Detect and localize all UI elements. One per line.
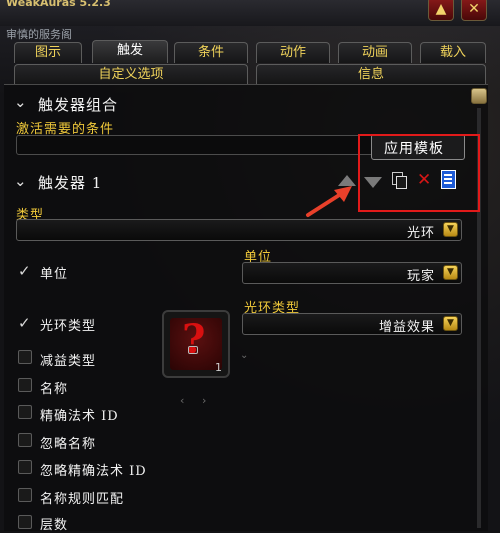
checkbox[interactable]	[18, 488, 32, 502]
unit-check-label: 单位	[40, 267, 69, 282]
dropdown-arrow-icon[interactable]: ▼	[443, 265, 458, 280]
unit-checkbox[interactable]: ✓	[18, 261, 31, 280]
spell-icon-frame[interactable]: ? 1	[162, 310, 230, 378]
type-dropdown[interactable]: 光环 ▼	[16, 219, 462, 241]
tab-label: 动画	[361, 45, 388, 60]
aura-type-dropdown[interactable]: 增益效果 ▼	[242, 313, 462, 335]
trigger-combo-title: 触发器组合	[38, 96, 119, 114]
checkbox[interactable]	[18, 350, 32, 364]
tab-animations[interactable]: 动画	[338, 42, 412, 63]
checkbox[interactable]	[18, 515, 32, 529]
aura-type-value: 增益效果	[378, 320, 435, 335]
dropdown-arrow-icon[interactable]: ▼	[443, 316, 458, 331]
tab-label: 载入	[439, 45, 466, 60]
unit-dropdown[interactable]: 玩家 ▼	[242, 262, 462, 284]
tab-display[interactable]: 图示	[14, 42, 82, 63]
trigger-combo-header[interactable]: ⌄	[14, 92, 27, 111]
checkbox[interactable]	[18, 405, 32, 419]
tab-load[interactable]: 载入	[420, 42, 486, 63]
scroll-up-button[interactable]	[471, 88, 487, 104]
chevron-down-icon: ⌄	[14, 172, 27, 190]
option-label-ignore-exact-spell-id: 忽略精确法术 ID	[40, 464, 147, 479]
close-button[interactable]: ✕	[461, 0, 487, 21]
chevron-down-icon: ⌄	[14, 93, 27, 111]
dropdown-arrow-icon[interactable]: ▼	[443, 222, 458, 237]
tab-custom-options[interactable]: 自定义选项	[14, 64, 248, 84]
option-label-stacks: 层数	[40, 518, 69, 533]
lock-icon	[188, 346, 198, 354]
highlight-box	[358, 134, 480, 212]
tab-label: 自定义选项	[98, 67, 164, 82]
trigger1-title: 触发器 1	[38, 174, 103, 192]
option-label-exact-spell-id: 精确法术 ID	[40, 409, 119, 424]
aura-type-checkbox[interactable]: ✓	[18, 313, 31, 332]
minimize-icon: ▲	[435, 1, 447, 17]
checkbox[interactable]	[18, 460, 32, 474]
type-value: 光环	[406, 226, 435, 241]
checkmark-icon: ✓	[18, 262, 31, 280]
option-label-name: 名称	[40, 382, 69, 397]
trigger1-header[interactable]: ⌄	[14, 171, 27, 190]
tab-label: 动作	[279, 45, 306, 60]
unit-value: 玩家	[406, 269, 435, 284]
next-icon[interactable]: ›	[202, 394, 206, 407]
tab-actions[interactable]: 动作	[256, 42, 330, 63]
prev-icon[interactable]: ‹	[180, 394, 184, 407]
checkbox[interactable]	[18, 378, 32, 392]
option-label-ignore-name: 忽略名称	[40, 437, 97, 452]
window-subtitle: 审慎的服务阁	[6, 28, 72, 41]
annotation-arrow-icon	[306, 186, 352, 217]
aura-type-check-label: 光环类型	[40, 319, 97, 334]
option-label-debuff-type: 减益类型	[40, 354, 97, 369]
checkmark-icon: ✓	[18, 314, 31, 332]
expand-icon[interactable]: ⌄	[240, 350, 248, 361]
tab-conditions[interactable]: 条件	[174, 42, 248, 63]
tab-label: 触发	[116, 43, 143, 58]
icon-count: 1	[215, 361, 222, 374]
tab-label: 信息	[357, 67, 384, 82]
close-icon: ✕	[468, 1, 480, 17]
window-title: WeakAuras 5.2.3	[6, 0, 111, 9]
tab-label: 条件	[197, 45, 224, 60]
checkbox[interactable]	[18, 433, 32, 447]
tab-label: 图示	[34, 45, 61, 60]
title-bar[interactable]: WeakAuras 5.2.3	[0, 0, 500, 26]
tab-information[interactable]: 信息	[256, 64, 486, 84]
minimize-button[interactable]: ▲	[428, 0, 454, 21]
tab-trigger[interactable]: 触发	[92, 40, 168, 63]
option-label-name-pattern: 名称规则匹配	[40, 492, 125, 507]
